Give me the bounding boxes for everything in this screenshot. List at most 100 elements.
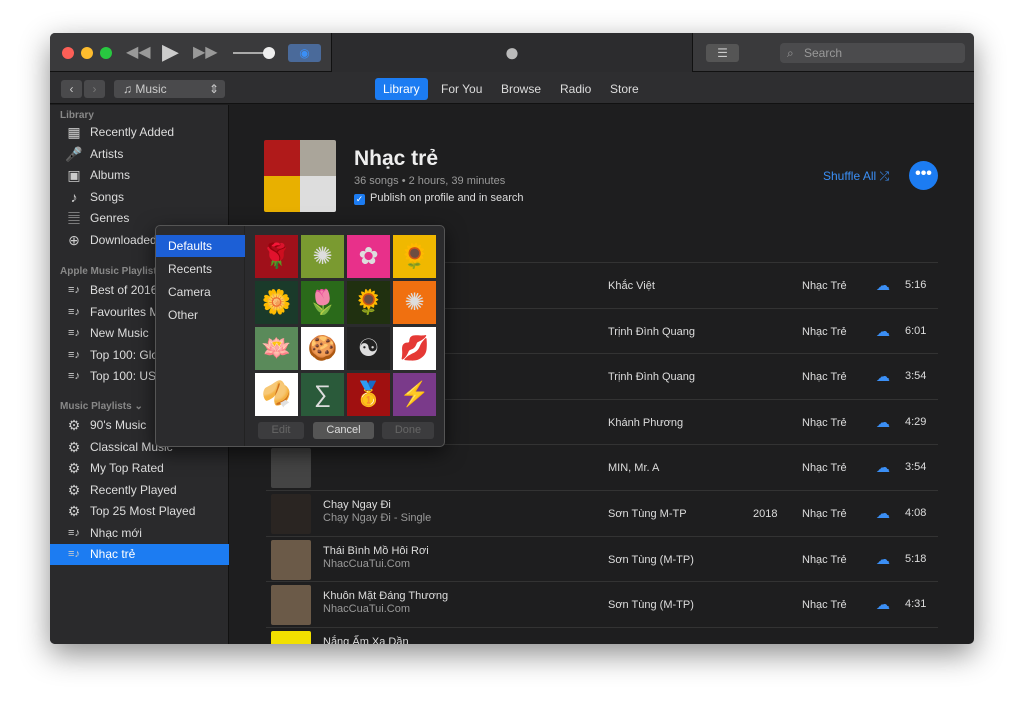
title-bar: ◀◀ ▶ ▶▶ ◉ ● ☰ ⌕ Search: [50, 33, 974, 72]
song-genre: Nhạc Trẻ: [802, 371, 847, 384]
cloud-download-icon[interactable]: ☁: [876, 642, 890, 644]
cloud-download-icon[interactable]: ☁: [876, 368, 890, 385]
yin-yang-image[interactable]: ☯: [347, 327, 390, 370]
song-row[interactable]: Khuôn Mặt Đáng Thương NhacCuaTui.Com Sơn T…: [266, 581, 938, 627]
artwork-picker-popover: Defaults Recents Camera Other 🌹 ✺ ✿ 🌻 🌼 🌷 🌻 ✺ 🪷 🍪 ☯ 💋 🥠…: [155, 225, 445, 447]
more-button[interactable]: •••: [909, 161, 938, 190]
sidebar-item[interactable]: ▦ Recently Added: [50, 122, 229, 143]
picker-category-defaults[interactable]: Defaults: [156, 235, 245, 257]
publish-checkbox[interactable]: ✓ Publish on profile and in search: [354, 192, 523, 205]
sidebar-item[interactable]: ⚙ My Top Rated: [50, 458, 229, 479]
sunflower-image[interactable]: 🌻: [393, 235, 436, 278]
song-artwork: [271, 585, 311, 626]
lcd-display: ●: [331, 33, 693, 72]
minimize-button[interactable]: [81, 47, 93, 59]
note-icon: ♫: [123, 82, 136, 96]
lotus-image[interactable]: 🪷: [255, 327, 298, 370]
music-playlists-header[interactable]: Music Playlists ⌄: [60, 401, 143, 412]
sidebar-item[interactable]: ▣ Albums: [50, 165, 229, 186]
done-button[interactable]: Done: [382, 422, 434, 439]
gear-icon: ⚙: [67, 481, 81, 498]
tab-radio[interactable]: Radio: [552, 78, 599, 100]
song-row[interactable]: Nắng Ấm Xa Dầnnhaccuatui.comM-TPRap Việt…: [266, 626, 938, 644]
sidebar-item-label: Nhạc trẻ: [90, 547, 136, 561]
back-button[interactable]: ‹: [61, 80, 82, 98]
red-rose-image[interactable]: 🌹: [255, 235, 298, 278]
peach-rose-image[interactable]: 🌼: [255, 281, 298, 324]
source-selector[interactable]: ♫ Music ⇕: [114, 80, 225, 98]
gold-medal-image[interactable]: 🥇: [347, 373, 390, 416]
rewind-icon[interactable]: ◀◀: [126, 42, 151, 62]
tab-for-you[interactable]: For You: [433, 78, 490, 100]
microphone-icon: 🎤: [65, 145, 83, 162]
volume-knob[interactable]: [263, 47, 275, 59]
sidebar-item-label: Top 100: Glo: [90, 347, 159, 362]
cloud-download-icon[interactable]: ☁: [876, 323, 890, 340]
shuffle-icon: ⤮: [879, 169, 890, 183]
song-artist: Sơn Tùng M-TP: [608, 508, 687, 520]
album-icon: ▣: [67, 167, 81, 183]
sidebar-item[interactable]: ♪ Songs: [50, 187, 229, 208]
search-input[interactable]: ⌕ Search: [780, 43, 965, 63]
picker-image-grid: 🌹 ✺ ✿ 🌻 🌼 🌷 🌻 ✺ 🪷 🍪 ☯ 💋 🥠 ∑ 🥇 ⚡: [255, 235, 436, 416]
picker-category-other[interactable]: Other: [156, 304, 245, 326]
song-title: Thái Bình Mồ Hôi Rơi: [323, 544, 429, 557]
pink-dahlia-image[interactable]: ✿: [347, 235, 390, 278]
song-row[interactable]: Thái Bình Mồ Hôi Rơi NhacCuaTui.Com Sơn Tù…: [266, 535, 938, 582]
tab-library[interactable]: Library: [375, 78, 428, 100]
black-eyed-susan-image[interactable]: 🌻: [347, 281, 390, 324]
song-genre: Nhạc Trẻ: [802, 508, 847, 520]
sidebar-item[interactable]: ⚙ Top 25 Most Played: [50, 501, 229, 522]
song-row[interactable]: MIN, Mr. A Nhạc Trẻ 3:54 ☁: [266, 444, 938, 490]
gingerbread-image[interactable]: 🍪: [301, 327, 344, 370]
search-icon: ⌕: [787, 46, 794, 60]
lips-image[interactable]: 💋: [393, 327, 436, 370]
cloud-download-icon[interactable]: ☁: [876, 277, 890, 294]
song-row[interactable]: Chạy Ngay Đi Chạy Ngay Đi - Single Sơn Tùn…: [266, 490, 938, 536]
airplay-button[interactable]: ◉: [288, 44, 321, 62]
sidebar-item[interactable]: 🎤 Artists: [50, 144, 229, 165]
forward-button[interactable]: ›: [84, 80, 105, 98]
song-genre: Nhạc Trẻ: [802, 553, 847, 566]
picker-category-camera[interactable]: Camera: [156, 281, 245, 303]
lightning-image[interactable]: ⚡: [393, 373, 436, 416]
tab-store[interactable]: Store: [602, 78, 647, 100]
song-duration: 5:18: [905, 552, 927, 565]
song-genre: Nhạc Trẻ: [802, 462, 847, 475]
poppy-image[interactable]: 🌷: [301, 281, 344, 324]
playlist-icon: ≡♪: [68, 348, 80, 361]
sidebar-item[interactable]: ≡♪ Nhạc trẻ: [50, 544, 229, 565]
gerbera-image[interactable]: ✺: [393, 281, 436, 324]
sidebar-item[interactable]: ⚙ Recently Played: [50, 480, 229, 501]
cloud-download-icon[interactable]: ☁: [876, 414, 890, 431]
close-button[interactable]: [62, 47, 74, 59]
fortune-cookie-image[interactable]: 🥠: [255, 373, 298, 416]
cancel-button[interactable]: Cancel: [313, 422, 374, 439]
cloud-download-icon[interactable]: ☁: [876, 596, 890, 613]
tab-browse[interactable]: Browse: [493, 78, 549, 100]
shuffle-all-button[interactable]: Shuffle All ⤮: [823, 169, 889, 184]
cloud-download-icon[interactable]: ☁: [876, 551, 890, 568]
picker-category-recents[interactable]: Recents: [156, 258, 245, 280]
chalkboard-image[interactable]: ∑: [301, 373, 344, 416]
song-title: Nắng Ấm Xa Dần: [323, 635, 409, 644]
song-artist: Trịnh Đình Quang: [608, 325, 696, 338]
library-header: Library: [60, 110, 94, 121]
gear-icon: ⚙: [67, 417, 81, 433]
cloud-download-icon[interactable]: ☁: [876, 505, 890, 522]
cloud-download-icon[interactable]: ☁: [876, 459, 890, 476]
dandelion-image[interactable]: ✺: [301, 235, 344, 278]
sidebar-item-label: Best of 2016: [90, 283, 158, 297]
playlist-artwork[interactable]: [264, 140, 336, 212]
song-artwork: [271, 494, 311, 534]
play-icon[interactable]: ▶: [162, 39, 179, 65]
sidebar-item-label: Songs: [90, 189, 125, 204]
download-icon: ⊕: [68, 231, 80, 248]
sidebar-item[interactable]: ≡♪ Nhạc mới: [50, 523, 229, 544]
song-artist: Trịnh Đình Quang: [608, 371, 696, 384]
fast-forward-icon[interactable]: ▶▶: [193, 42, 218, 62]
edit-button[interactable]: Edit: [258, 422, 304, 439]
sidebar-item-label: Top 25 Most Played: [90, 504, 196, 518]
up-next-list-button[interactable]: ☰: [706, 44, 739, 62]
zoom-button[interactable]: [100, 47, 112, 59]
